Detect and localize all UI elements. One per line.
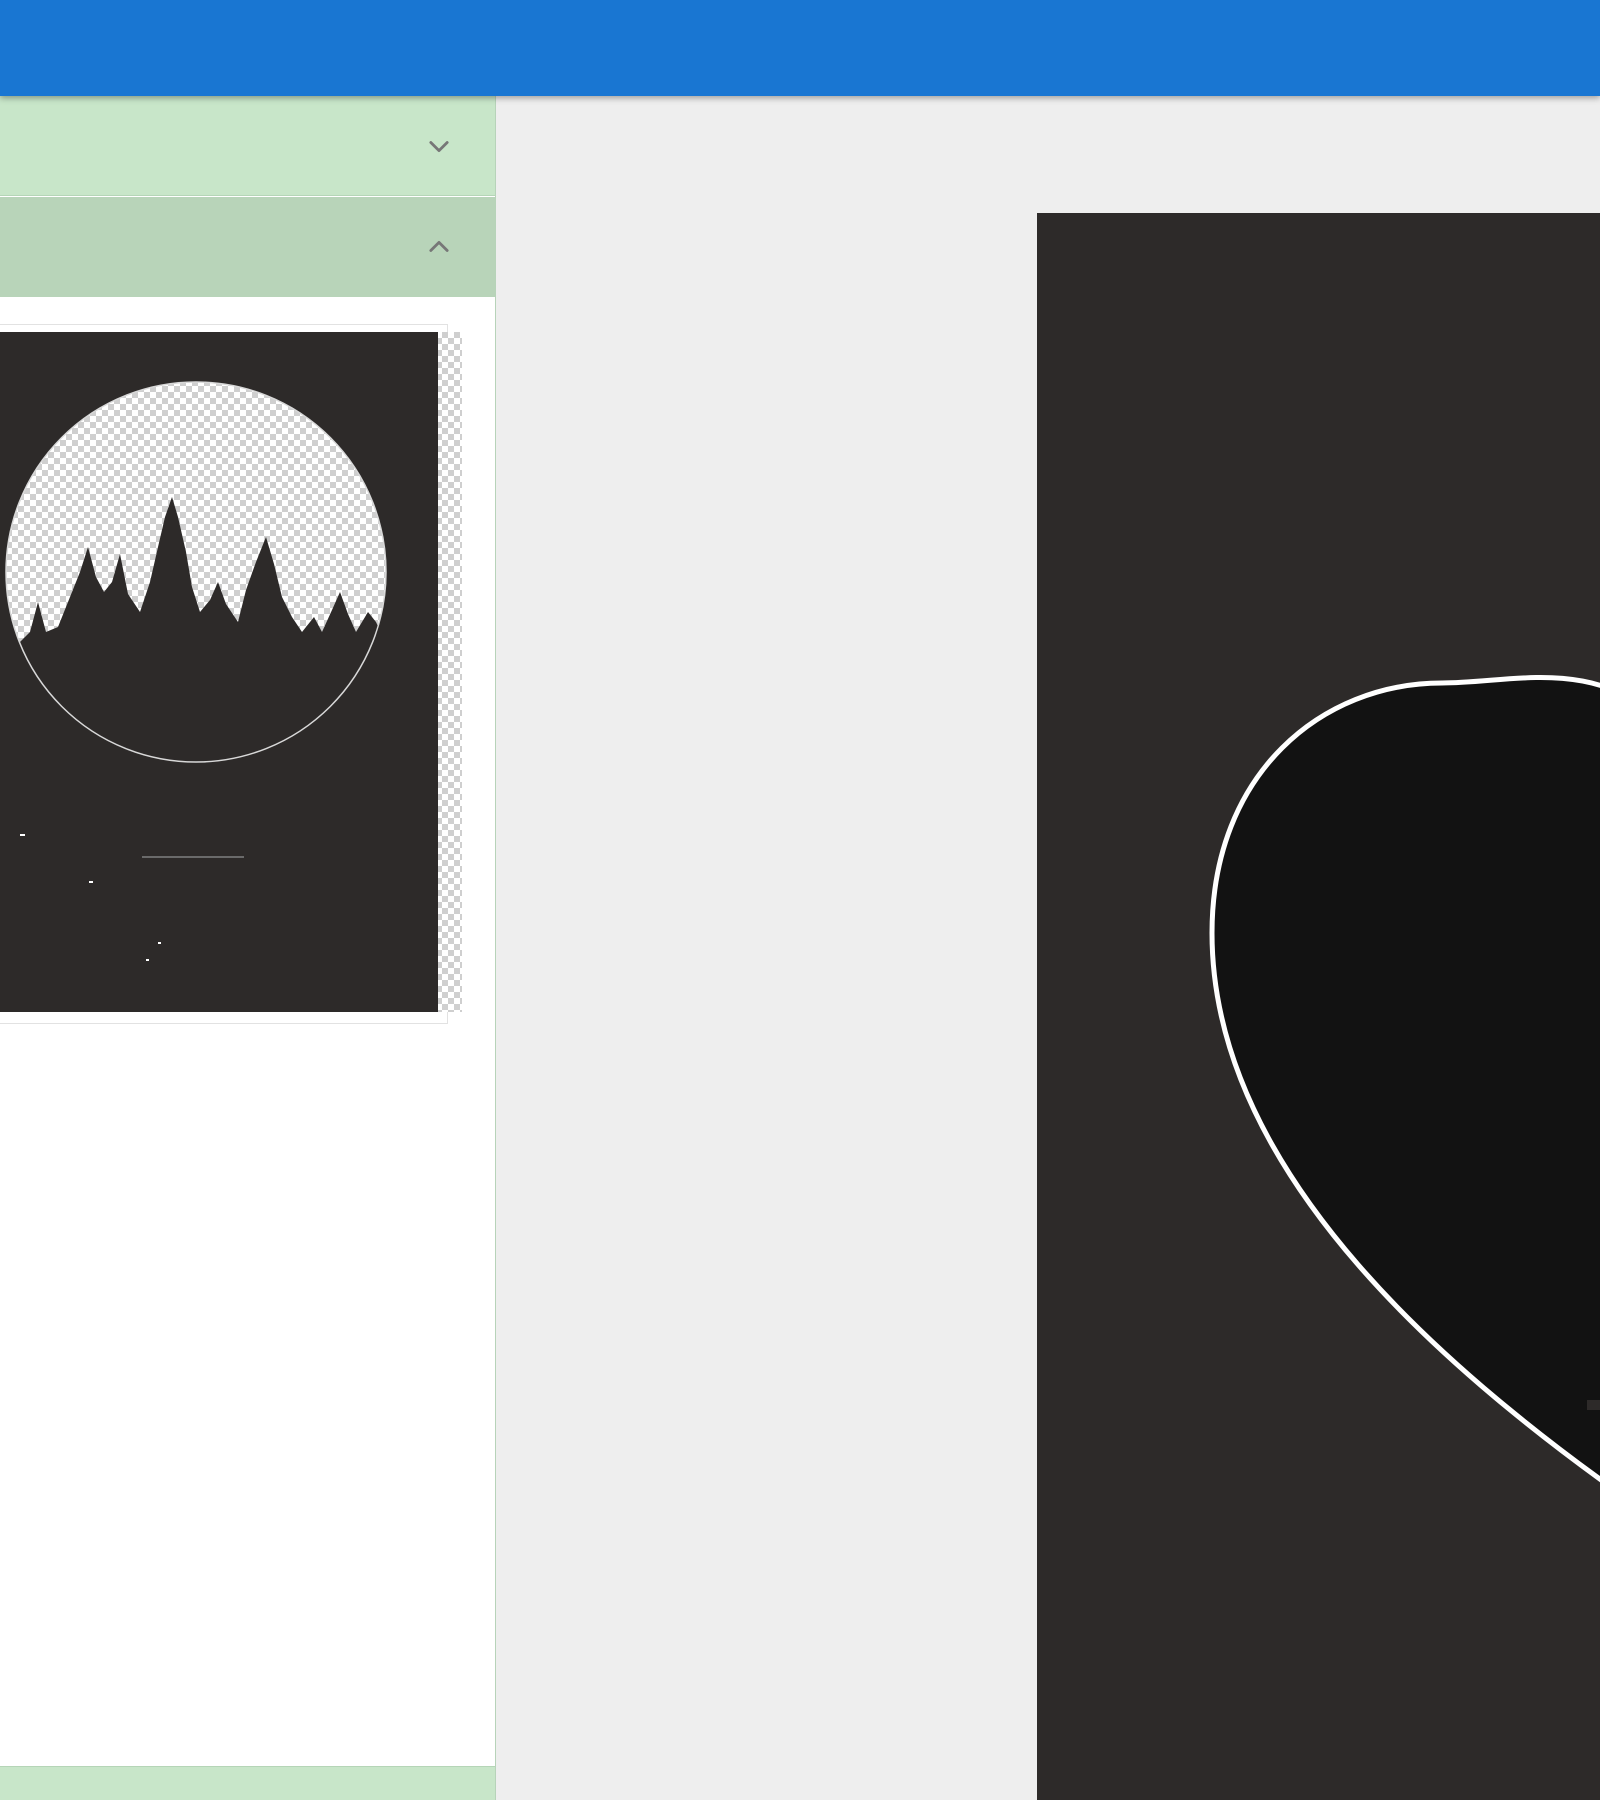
accordion-header-collapsed[interactable] — [0, 96, 495, 196]
design-canvas-page[interactable] — [1037, 213, 1600, 1800]
heart-shape[interactable] — [1037, 213, 1600, 1800]
page-thumbnail[interactable] — [0, 332, 438, 1012]
top-app-bar — [0, 0, 1600, 96]
shape-handle-gap — [1587, 1400, 1600, 1410]
thumbnail-artwork — [5, 381, 387, 961]
divider-line — [142, 856, 244, 858]
chevron-down-icon[interactable] — [423, 130, 455, 162]
accordion-header-bottom[interactable] — [0, 1766, 495, 1800]
text-dot — [89, 881, 93, 883]
left-sidebar — [0, 96, 496, 1800]
text-dot — [146, 959, 149, 961]
accordion-header-expanded[interactable] — [0, 197, 495, 297]
chevron-up-icon[interactable] — [423, 231, 455, 263]
thumbnail-transparent-edge — [436, 332, 462, 1012]
text-dot — [20, 834, 25, 836]
text-dot — [158, 942, 161, 944]
